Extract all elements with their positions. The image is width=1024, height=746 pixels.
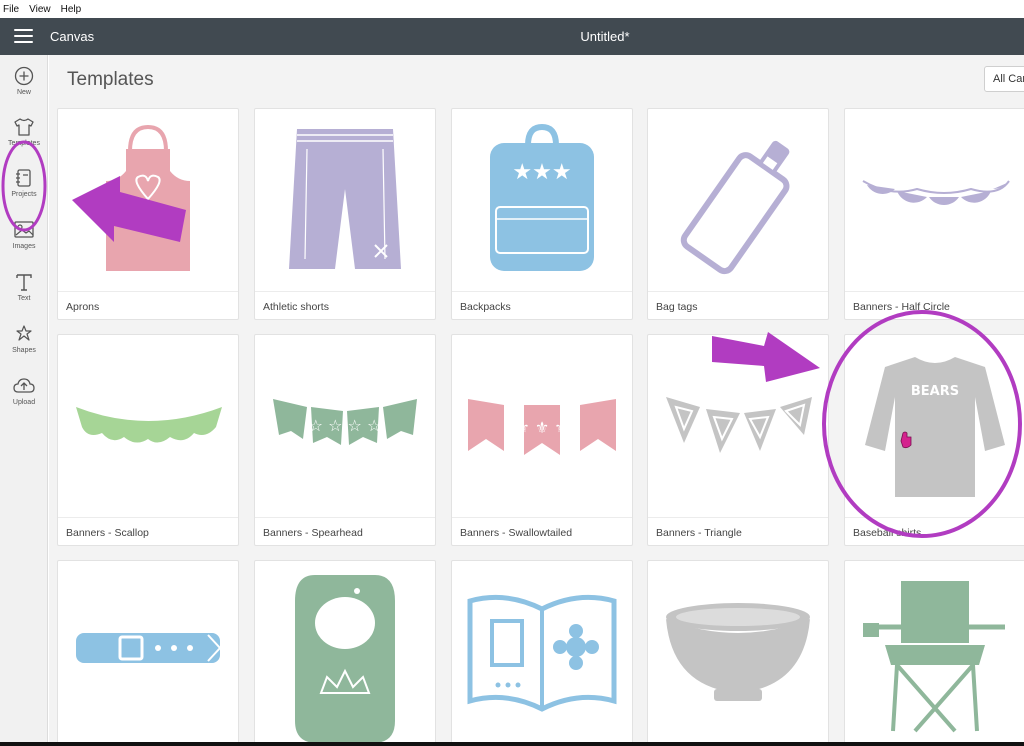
sidebar-item-shapes[interactable]: Shapes [0, 323, 48, 371]
template-card-belts[interactable] [57, 560, 239, 746]
template-card-athletic-shorts[interactable]: Athletic shorts [254, 108, 436, 320]
sidebar-item-text[interactable]: Text [0, 271, 48, 319]
sidebar-item-images[interactable]: Images [0, 219, 48, 267]
template-card-label: Banners - Triangle [648, 517, 828, 545]
document-title: Untitled* [580, 29, 630, 44]
template-card-banners-scallop[interactable]: Banners - Scallop [57, 334, 239, 546]
shapes-icon [16, 325, 32, 341]
template-card-bag-tags[interactable]: Bag tags [647, 108, 829, 320]
templates-panel: Templates All Canvas Aprons Athletic sho… [49, 55, 1024, 746]
template-card-banners-spearhead[interactable]: ☆ ☆ ☆ ☆ Banners - Spearhead [254, 334, 436, 546]
bowl-icon [666, 603, 810, 701]
svg-text:☆ ☆ ☆ ☆: ☆ ☆ ☆ ☆ [309, 416, 382, 435]
bib-icon [295, 575, 395, 743]
sidebar-item-label: Shapes [12, 347, 36, 354]
triangle-banner-icon [666, 397, 812, 453]
backpack-icon: ★★★ [490, 123, 594, 271]
menu-bar: File View Help [0, 0, 1024, 18]
sidebar-item-label: Projects [11, 191, 37, 198]
template-card-label: Bag tags [648, 291, 828, 319]
template-card-label: Backpacks [452, 291, 632, 319]
plus-circle-icon [14, 66, 34, 86]
camp-chair-icon [863, 581, 1005, 733]
swallowtail-banner-icon: ⚜ ⚜ ⚜ [468, 399, 616, 455]
template-card-label: Aprons [58, 291, 238, 319]
spearhead-banner-icon: ☆ ☆ ☆ ☆ [273, 399, 417, 445]
template-card-bibs[interactable] [254, 560, 436, 746]
scallop-banner-icon [76, 407, 222, 443]
sidebar-item-label: Templates [8, 140, 40, 147]
template-card-label: Banners - Half Circle [845, 291, 1024, 319]
category-filter-dropdown[interactable]: All Canvas [984, 66, 1024, 92]
sidebar-item-upload[interactable]: Upload [0, 375, 48, 423]
image-icon [14, 221, 34, 238]
bag-tag-icon [680, 140, 790, 275]
sidebar-item-label: New [16, 89, 31, 96]
template-card-books[interactable] [451, 560, 633, 746]
menu-help[interactable]: Help [61, 4, 82, 15]
template-card-baseball-shirts[interactable]: BEARS Baseball shirts [844, 334, 1024, 546]
template-card-banners-triangle[interactable]: Banners - Triangle [647, 334, 829, 546]
sidebar-item-projects[interactable]: Projects [0, 167, 48, 215]
template-card-banners-swallowtailed[interactable]: ⚜ ⚜ ⚜ Banners - Swallowtailed [451, 334, 633, 546]
template-card-camp-chairs[interactable] [844, 560, 1024, 746]
sidebar-item-label: Text [17, 295, 31, 302]
belt-icon [76, 633, 222, 663]
template-card-backpacks[interactable]: ★★★ Backpacks [451, 108, 633, 320]
sidebar-item-label: Images [12, 243, 36, 250]
shirt-print-text: BEARS [911, 384, 959, 399]
apron-icon [106, 124, 190, 271]
top-header: Canvas Untitled* [0, 18, 1024, 55]
template-card-label: Athletic shorts [255, 291, 435, 319]
half-circle-banner-icon [862, 180, 1010, 206]
template-card-aprons[interactable]: Aprons [57, 108, 239, 320]
sidebar-item-label: Upload [12, 399, 36, 406]
page-title: Templates [67, 69, 154, 90]
open-book-icon [467, 594, 617, 712]
menu-file[interactable]: File [3, 4, 19, 15]
template-card-banners-half-circle[interactable]: Banners - Half Circle [844, 108, 1024, 320]
sidebar-item-templates[interactable]: Templates [0, 116, 48, 164]
template-card-bowls[interactable] [647, 560, 829, 746]
athletic-shorts-icon [289, 129, 401, 269]
svg-text:⚜ ⚜ ⚜: ⚜ ⚜ ⚜ [515, 418, 568, 437]
template-card-label: Banners - Swallowtailed [452, 517, 632, 545]
text-T-icon [16, 274, 32, 291]
svg-text:★★★: ★★★ [512, 160, 571, 185]
menu-view[interactable]: View [29, 4, 51, 15]
left-sidebar: New Templates Projects Images Text Shape… [0, 55, 48, 746]
tshirt-icon [14, 118, 34, 136]
template-card-label: Banners - Scallop [58, 517, 238, 545]
cloud-upload-icon [13, 378, 35, 393]
baseball-shirt-icon: BEARS [865, 357, 1005, 497]
bottom-border [0, 742, 1024, 746]
template-card-label: Baseball shirts [845, 517, 1024, 545]
template-card-label: Banners - Spearhead [255, 517, 435, 545]
sidebar-item-new[interactable]: New [0, 65, 48, 113]
notebook-icon [16, 169, 31, 187]
